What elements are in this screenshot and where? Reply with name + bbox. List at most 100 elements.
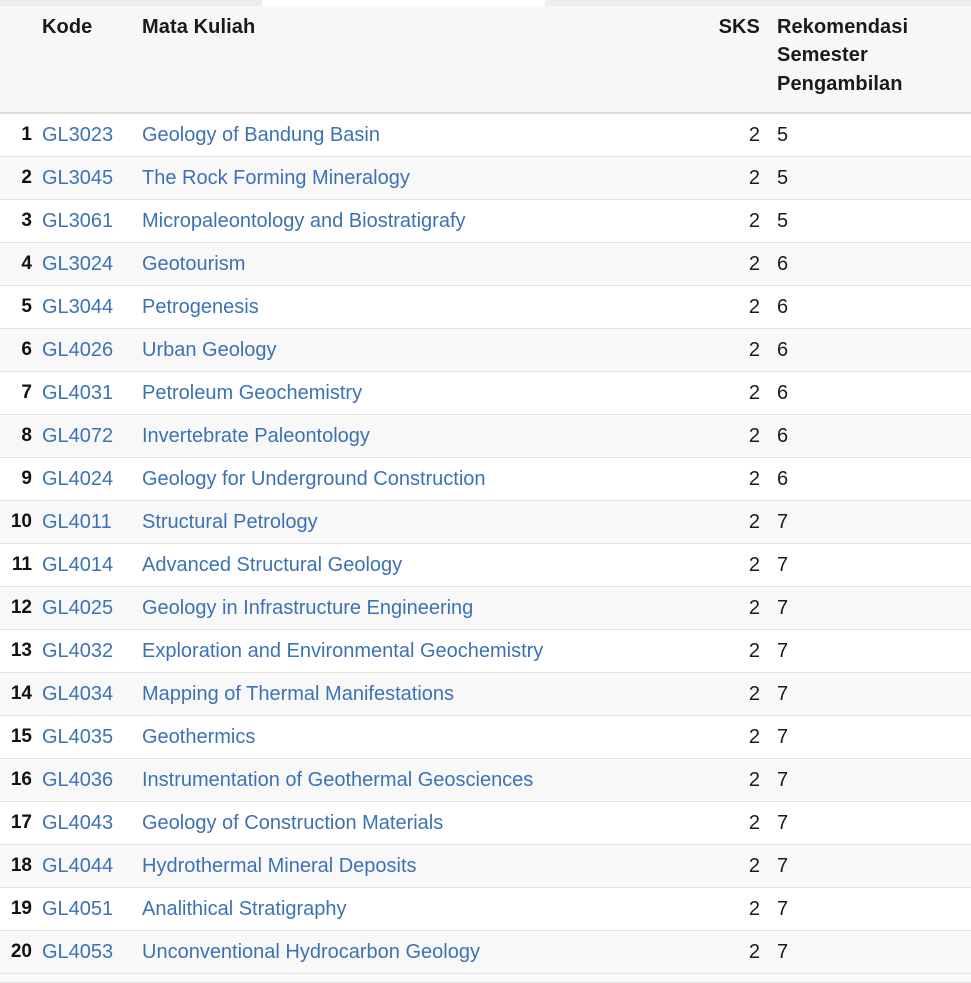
course-name-link[interactable]: Petrogenesis: [132, 286, 700, 329]
table-row[interactable]: 2 GL3045 The Rock Forming Mineralogy 2 5: [0, 156, 971, 200]
column-header-rekomendasi-semester: Rekomendasi Semester Pengambilan: [768, 6, 971, 115]
course-code-link[interactable]: GL4011: [32, 501, 132, 544]
course-name-link[interactable]: Mapping of Thermal Manifestations: [132, 673, 700, 716]
course-sks: 2: [748, 941, 760, 964]
course-name-link[interactable]: Geotourism: [132, 243, 700, 286]
table-row[interactable]: 3 GL3061 Micropaleontology and Biostratigr…: [0, 199, 971, 243]
course-semester: 7: [777, 597, 789, 620]
table-row[interactable]: 13 GL4032 Exploration and Environmental Ge…: [0, 629, 971, 673]
table-row[interactable]: 9 GL4024 Geology for Underground Construct…: [0, 457, 971, 501]
course-name-link[interactable]: Geology for Underground Construction: [132, 458, 700, 501]
course-sks: 2: [748, 511, 760, 534]
course-code-link[interactable]: GL3045: [32, 157, 132, 200]
course-name-link[interactable]: Hydrothermal Mineral Deposits: [132, 845, 700, 888]
course-code-link[interactable]: GL4014: [32, 544, 132, 587]
course-name-link[interactable]: Geothermics: [132, 716, 700, 759]
row-index: 7: [21, 381, 32, 403]
course-name-link[interactable]: Petroleum Geochemistry: [132, 372, 700, 415]
table-row[interactable]: 1 GL3023 Geology of Bandung Basin 2 5: [0, 113, 971, 157]
course-semester: 7: [777, 898, 789, 921]
cropped-element-highlight: [262, 0, 545, 6]
row-index: 11: [11, 553, 32, 575]
table-header-row: Kode Mata Kuliah SKS Rekomendasi Semester…: [0, 6, 971, 115]
course-code-link[interactable]: GL4024: [32, 458, 132, 501]
course-sks: 2: [748, 210, 760, 233]
course-table-container: Kode Mata Kuliah SKS Rekomendasi Semester…: [0, 6, 971, 983]
table-row[interactable]: 18 GL4044 Hydrothermal Mineral Deposits 2 7: [0, 844, 971, 888]
course-code-link[interactable]: GL3061: [32, 200, 132, 243]
table-row[interactable]: 12 GL4025 Geology in Infrastructure Engine…: [0, 586, 971, 630]
table-row[interactable]: 16 GL4036 Instrumentation of Geothermal Ge…: [0, 758, 971, 802]
course-name-link[interactable]: Geology in Infrastructure Engineering: [132, 587, 700, 630]
course-semester: 6: [777, 339, 789, 362]
course-code-link[interactable]: GL3023: [32, 113, 132, 157]
course-name-link[interactable]: Unconventional Hydrocarbon Geology: [132, 931, 700, 974]
table-row[interactable]: 17 GL4043 Geology of Construction Material…: [0, 801, 971, 845]
row-index: 14: [10, 682, 32, 704]
row-index: 6: [21, 338, 32, 360]
course-name-link[interactable]: Invertebrate Paleontology: [132, 415, 700, 458]
course-code-link[interactable]: GL3044: [32, 286, 132, 329]
course-code-link[interactable]: GL4035: [32, 716, 132, 759]
column-header-sks: SKS: [700, 6, 768, 115]
table-header: Kode Mata Kuliah SKS Rekomendasi Semester…: [0, 6, 971, 115]
course-code-link[interactable]: GL4026: [32, 329, 132, 372]
course-code-link[interactable]: GL3024: [32, 243, 132, 286]
table-body: 1 GL3023 Geology of Bandung Basin 2 5 2 GL3045…: [0, 113, 971, 974]
table-row[interactable]: 11 GL4014 Advanced Structural Geology 2 7: [0, 543, 971, 587]
course-semester: 7: [777, 640, 789, 663]
table-row[interactable]: 6 GL4026 Urban Geology 2 6: [0, 328, 971, 372]
course-code-link[interactable]: GL4072: [32, 415, 132, 458]
course-code-link[interactable]: GL4036: [32, 759, 132, 802]
course-name-link[interactable]: Advanced Structural Geology: [132, 544, 700, 587]
course-code-link[interactable]: GL4051: [32, 888, 132, 931]
course-sks: 2: [748, 339, 760, 362]
course-code-link[interactable]: GL4025: [32, 587, 132, 630]
course-name-link[interactable]: Geology of Construction Materials: [132, 802, 700, 845]
table-row[interactable]: 14 GL4034 Mapping of Thermal Manifestation…: [0, 672, 971, 716]
course-sks: 2: [748, 855, 760, 878]
course-name-link[interactable]: Urban Geology: [132, 329, 700, 372]
course-semester: 7: [777, 554, 789, 577]
course-sks: 2: [748, 167, 760, 190]
course-sks: 2: [748, 425, 760, 448]
course-semester: 6: [777, 425, 789, 448]
table-row[interactable]: 19 GL4051 Analithical Stratigraphy 2 7: [0, 887, 971, 931]
row-index: 16: [10, 768, 32, 790]
course-semester: 7: [777, 812, 789, 835]
row-index: 3: [21, 209, 32, 231]
table-row[interactable]: 7 GL4031 Petroleum Geochemistry 2 6: [0, 371, 971, 415]
cropped-row-below-table: [0, 974, 971, 983]
course-name-link[interactable]: The Rock Forming Mineralogy: [132, 157, 700, 200]
row-index: 1: [21, 123, 32, 145]
course-code-link[interactable]: GL4034: [32, 673, 132, 716]
course-code-link[interactable]: GL4032: [32, 630, 132, 673]
row-index: 4: [21, 252, 32, 274]
course-sks: 2: [748, 640, 760, 663]
course-code-link[interactable]: GL4043: [32, 802, 132, 845]
course-sks: 2: [748, 597, 760, 620]
course-name-link[interactable]: Structural Petrology: [132, 501, 700, 544]
course-code-link[interactable]: GL4031: [32, 372, 132, 415]
course-code-link[interactable]: GL4044: [32, 845, 132, 888]
table-row[interactable]: 4 GL3024 Geotourism 2 6: [0, 242, 971, 286]
table-row[interactable]: 10 GL4011 Structural Petrology 2 7: [0, 500, 971, 544]
course-name-link[interactable]: Geology of Bandung Basin: [132, 113, 700, 157]
course-sks: 2: [748, 683, 760, 706]
course-sks: 2: [748, 124, 760, 147]
course-name-link[interactable]: Exploration and Environmental Geochemist…: [132, 630, 700, 673]
table-row[interactable]: 8 GL4072 Invertebrate Paleontology 2 6: [0, 414, 971, 458]
course-code-link[interactable]: GL4053: [32, 931, 132, 974]
course-name-link[interactable]: Instrumentation of Geothermal Geoscience…: [132, 759, 700, 802]
table-row[interactable]: 20 GL4053 Unconventional Hydrocarbon Geolo…: [0, 930, 971, 974]
table-row[interactable]: 5 GL3044 Petrogenesis 2 6: [0, 285, 971, 329]
row-index: 9: [21, 467, 32, 489]
course-name-link[interactable]: Micropaleontology and Biostratigrafy: [132, 200, 700, 243]
row-index: 5: [21, 295, 32, 317]
course-semester: 7: [777, 941, 789, 964]
course-name-link[interactable]: Analithical Stratigraphy: [132, 888, 700, 931]
course-semester: 7: [777, 855, 789, 878]
row-index: 12: [10, 596, 32, 618]
table-row[interactable]: 15 GL4035 Geothermics 2 7: [0, 715, 971, 759]
course-semester: 6: [777, 468, 789, 491]
